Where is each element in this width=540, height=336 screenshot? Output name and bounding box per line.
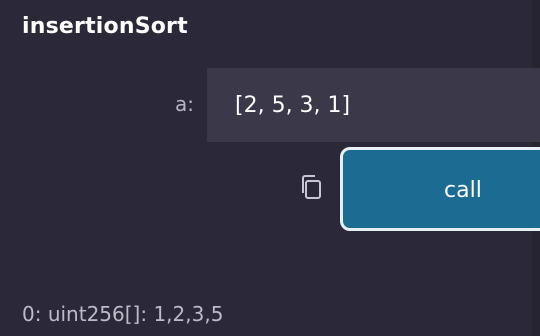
call-button-label: call <box>444 178 482 203</box>
function-panel: insertionSort a: call 0: uint256[]: 1,2,… <box>0 0 540 336</box>
call-result: 0: uint256[]: 1,2,3,5 <box>22 302 224 326</box>
param-label-a: a: <box>175 92 194 116</box>
copy-icon[interactable] <box>297 172 327 202</box>
param-input-a[interactable] <box>207 68 540 142</box>
function-name: insertionSort <box>22 14 188 39</box>
call-button[interactable]: call <box>340 147 540 231</box>
